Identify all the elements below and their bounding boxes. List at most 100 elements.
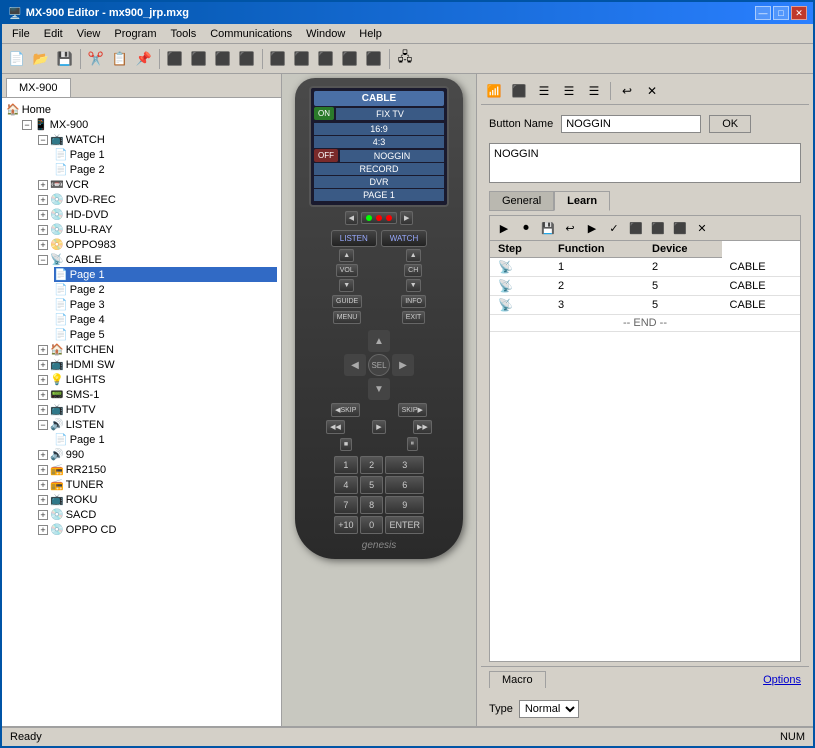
- minimize-button[interactable]: —: [755, 6, 771, 20]
- tree-roku[interactable]: + 📺 ROKU: [38, 492, 277, 507]
- expand-watch[interactable]: −: [38, 135, 48, 145]
- remote-menu[interactable]: MENU: [333, 311, 362, 324]
- button-name-input[interactable]: [561, 115, 701, 133]
- tree-listen-p1[interactable]: 📄 Page 1: [54, 432, 277, 447]
- tree-dvdrec[interactable]: + 💿 DVD-REC: [38, 192, 277, 207]
- tree-oppocd[interactable]: + 💿 OPPO CD: [38, 522, 277, 537]
- table-row[interactable]: 📡 1 2 CABLE: [490, 258, 800, 277]
- remote-num6[interactable]: 6: [385, 476, 424, 494]
- remote-ch-down[interactable]: ▼: [406, 279, 421, 292]
- menu-program[interactable]: Program: [108, 27, 162, 41]
- remote-play[interactable]: ▶: [372, 420, 385, 434]
- steps-save[interactable]: 💾: [538, 218, 558, 238]
- rt-close[interactable]: ✕: [641, 80, 663, 102]
- expand-bluray[interactable]: +: [38, 225, 48, 235]
- steps-b2[interactable]: ▶: [582, 218, 602, 238]
- rt-undo[interactable]: ↩: [616, 80, 638, 102]
- remote-num4[interactable]: 4: [334, 476, 358, 494]
- remote-record[interactable]: RECORD: [314, 163, 444, 175]
- rt-b4[interactable]: ☰: [583, 80, 605, 102]
- rt-wifi[interactable]: 📶: [483, 80, 505, 102]
- expand-oppo983[interactable]: +: [38, 240, 48, 250]
- remote-screen-cable[interactable]: CABLE: [314, 91, 444, 106]
- remote-dpad-up[interactable]: ▲: [368, 330, 390, 352]
- left-tab-mx900[interactable]: MX-900: [6, 78, 71, 97]
- toolbar-b5[interactable]: ⬛: [267, 48, 289, 70]
- toolbar-b9[interactable]: ⬛: [363, 48, 385, 70]
- remote-num9[interactable]: 9: [385, 496, 424, 514]
- rt-b1[interactable]: ⬛: [508, 80, 530, 102]
- menu-communications[interactable]: Communications: [204, 27, 298, 41]
- table-row[interactable]: 📡 2 5 CABLE: [490, 277, 800, 296]
- tree-watch[interactable]: − 📺 WATCH: [38, 132, 277, 147]
- steps-close[interactable]: ✕: [692, 218, 712, 238]
- remote-page-next[interactable]: ▶: [400, 211, 413, 225]
- remote-num-plus10[interactable]: +10: [334, 516, 358, 534]
- remote-vol-up[interactable]: ▲: [339, 249, 354, 262]
- remote-rew[interactable]: ◀◀: [326, 420, 345, 434]
- menu-file[interactable]: File: [6, 27, 36, 41]
- remote-dpad-down[interactable]: ▼: [368, 378, 390, 400]
- tree-hdtv[interactable]: + 📺 HDTV: [38, 402, 277, 417]
- tree-watch-p1[interactable]: 📄 Page 1: [54, 147, 277, 162]
- expand-hdtv[interactable]: +: [38, 405, 48, 415]
- macro-tab[interactable]: Macro: [489, 671, 546, 688]
- tree-cable-p2[interactable]: 📄 Page 2: [54, 282, 277, 297]
- steps-record[interactable]: ⏺: [516, 218, 536, 238]
- tree-cable-p3[interactable]: 📄 Page 3: [54, 297, 277, 312]
- toolbar-b10[interactable]: 🖧: [394, 48, 416, 70]
- expand-oppocd[interactable]: +: [38, 525, 48, 535]
- toolbar-paste[interactable]: 📌: [133, 48, 155, 70]
- steps-play[interactable]: ▶: [494, 218, 514, 238]
- remote-listen-btn[interactable]: LISTEN: [331, 230, 377, 247]
- table-row[interactable]: 📡 3 5 CABLE: [490, 296, 800, 315]
- menu-window[interactable]: Window: [300, 27, 351, 41]
- remote-dpad-right[interactable]: ▶: [392, 354, 414, 376]
- tree-rr2150[interactable]: + 📻 RR2150: [38, 462, 277, 477]
- remote-dpad-select[interactable]: SEL: [368, 354, 390, 376]
- options-link[interactable]: Options: [763, 674, 801, 686]
- tree-vcr[interactable]: + 📼 VCR: [38, 177, 277, 192]
- rt-b2[interactable]: ☰: [533, 80, 555, 102]
- remote-info[interactable]: INFO: [401, 295, 426, 308]
- toolbar-b3[interactable]: ⬛: [212, 48, 234, 70]
- toolbar-b7[interactable]: ⬛: [315, 48, 337, 70]
- expand-hdmisw[interactable]: +: [38, 360, 48, 370]
- remote-num2[interactable]: 2: [360, 456, 384, 474]
- tree-oppo983[interactable]: + 📀 OPPO983: [38, 237, 277, 252]
- steps-b4[interactable]: ⬛: [626, 218, 646, 238]
- type-select[interactable]: Normal Toggle Macro: [519, 700, 579, 718]
- tree-hddvd[interactable]: + 💿 HD-DVD: [38, 207, 277, 222]
- expand-vcr[interactable]: +: [38, 180, 48, 190]
- steps-b6[interactable]: ⬛: [670, 218, 690, 238]
- tree-cable-p4[interactable]: 📄 Page 4: [54, 312, 277, 327]
- toolbar-b6[interactable]: ⬛: [291, 48, 313, 70]
- steps-b1[interactable]: ↩: [560, 218, 580, 238]
- rt-b3[interactable]: ☰: [558, 80, 580, 102]
- remote-page1[interactable]: PAGE 1: [314, 189, 444, 201]
- expand-kitchen[interactable]: +: [38, 345, 48, 355]
- tree-tuner[interactable]: + 📻 TUNER: [38, 477, 277, 492]
- toolbar-b2[interactable]: ⬛: [188, 48, 210, 70]
- tree-hdmisw[interactable]: + 📺 HDMI SW: [38, 357, 277, 372]
- expand-mx900[interactable]: −: [22, 120, 32, 130]
- toolbar-cut[interactable]: ✂️: [85, 48, 107, 70]
- tree-cable-p1[interactable]: 📄 Page 1: [54, 267, 277, 282]
- tree-cable-p5[interactable]: 📄 Page 5: [54, 327, 277, 342]
- remote-fixtv[interactable]: FIX TV: [336, 108, 444, 120]
- maximize-button[interactable]: □: [773, 6, 789, 20]
- expand-sms1[interactable]: +: [38, 390, 48, 400]
- remote-vol-down[interactable]: ▼: [339, 279, 354, 292]
- close-button[interactable]: ✕: [791, 6, 807, 20]
- menu-tools[interactable]: Tools: [165, 27, 203, 41]
- remote-43[interactable]: 4:3: [314, 136, 444, 148]
- expand-lights[interactable]: +: [38, 375, 48, 385]
- expand-dvdrec[interactable]: +: [38, 195, 48, 205]
- tab-learn[interactable]: Learn: [554, 191, 610, 211]
- tree-home[interactable]: 🏠 Home: [6, 102, 277, 117]
- remote-ch-up[interactable]: ▲: [406, 249, 421, 262]
- expand-roku[interactable]: +: [38, 495, 48, 505]
- tree-lights[interactable]: + 💡 LIGHTS: [38, 372, 277, 387]
- tree-mx900[interactable]: − 📱 MX-900: [22, 117, 277, 132]
- expand-sacd[interactable]: +: [38, 510, 48, 520]
